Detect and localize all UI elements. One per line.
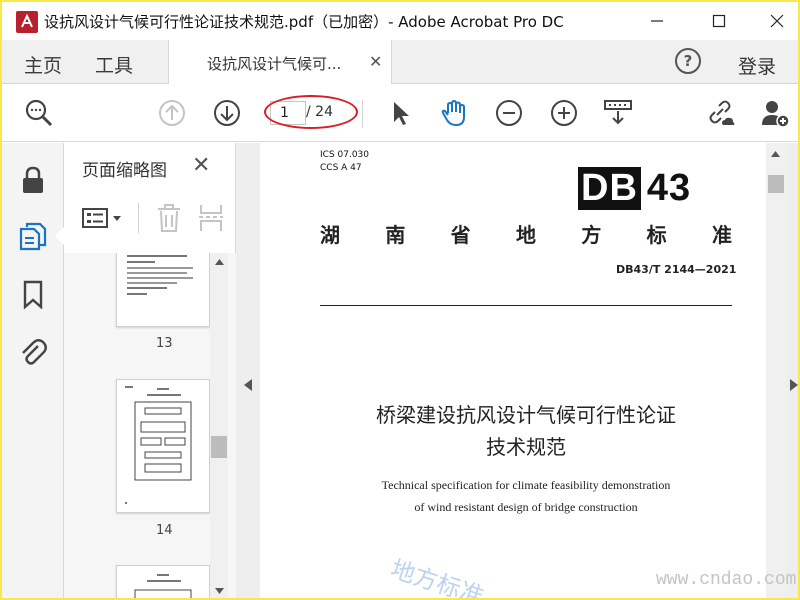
scrollbar-thumb[interactable] [768,175,784,193]
ics-code: ICS 07.030 CCS A 47 [320,149,369,175]
toolbar-divider [362,100,363,128]
document-scrollbar[interactable] [766,143,786,598]
collapse-left-icon[interactable] [244,379,252,391]
db-standard-logo: DB 43 [578,167,691,210]
lock-icon[interactable] [18,165,48,195]
zoom-out-icon[interactable] [493,97,525,129]
english-title-line: of wind resistant design of bridge const… [414,500,638,514]
acrobat-window: 设抗风设计气候可行性论证技术规范.pdf（已加密）- Adobe Acrobat… [0,0,800,600]
document-tab-label: 设抗风设计气候可... [207,55,342,73]
scroll-up-icon[interactable] [771,151,780,157]
heading-char: 地 [515,223,536,247]
close-button[interactable] [754,2,798,40]
zoom-in-icon[interactable] [548,97,580,129]
share-link-icon[interactable] [705,97,737,129]
close-icon [770,14,784,28]
thumbnail-preview [127,255,193,295]
watermark-text: 地方标准 [387,554,488,600]
attachment-icon[interactable] [18,337,48,367]
annotation-ellipse [264,95,358,129]
scroll-down-icon[interactable] [215,588,224,594]
page-thumbnails-icon[interactable] [18,221,48,251]
panel-toolbar-divider [138,203,139,233]
minimize-button[interactable] [634,2,680,40]
acrobat-app-icon [16,11,38,33]
bookmark-icon[interactable] [18,279,48,309]
maximize-icon [712,14,726,28]
tab-document[interactable]: 设抗风设计气候可... ✕ [168,40,392,84]
scroll-mode-icon[interactable] [602,97,634,129]
page-thumbnail[interactable] [116,253,210,327]
add-user-icon[interactable] [759,97,791,129]
next-page-icon[interactable] [211,97,243,129]
ccs-line: CCS A 47 [320,163,362,173]
toolbar: 1 / 24 [2,84,798,142]
thumbnail-page-number: 14 [156,523,173,538]
heading-char: 标 [646,223,667,247]
heading-char: 南 [385,223,406,247]
tab-close-icon[interactable]: ✕ [369,52,382,71]
page-thumbnail[interactable] [116,379,210,513]
english-title-line: Technical specification for climate feas… [381,478,671,492]
thumbnail-list: 13 14 [64,253,236,598]
thumbnail-options-icon[interactable] [82,207,124,231]
heading-char: 湖 [320,223,340,247]
tab-tools[interactable]: 工具 [95,51,133,78]
previous-page-icon[interactable] [156,97,188,129]
thumbnail-scrollbar[interactable] [210,253,228,598]
document-page: ICS 07.030 CCS A 47 DB 43 湖 南 省 地 方 标 准 D… [260,143,766,600]
title-bar: 设抗风设计气候可行性论证技术规范.pdf（已加密）- Adobe Acrobat… [2,2,798,40]
db-logo-number: 43 [646,167,692,209]
minimize-icon [651,20,663,22]
heading-char: 方 [581,223,602,247]
delete-icon[interactable] [156,203,182,233]
panel-toolbar [64,193,236,237]
extract-pages-icon[interactable] [198,203,224,233]
thumbnail-panel: 页面缩略图 ✕ 13 14 [64,143,236,598]
tab-home[interactable]: 主页 [24,51,62,78]
thumbnail-preview [134,574,192,598]
chinese-title-line: 技术规范 [486,435,566,459]
panel-collapse-strip[interactable] [236,143,260,598]
page-thumbnail[interactable] [116,565,210,598]
navigation-rail [2,143,64,598]
heading-char: 准 [711,223,732,247]
panel-close-icon[interactable]: ✕ [192,153,210,178]
ics-line: ICS 07.030 [320,150,370,160]
tab-bar: 主页 工具 设抗风设计气候可... ✕ ? 登录 [2,40,798,84]
panel-title: 页面缩略图 [82,161,167,181]
thumbnail-preview [125,386,192,504]
scrollbar-thumb[interactable] [211,436,227,458]
maximize-button[interactable] [696,2,742,40]
window-title: 设抗风设计气候可行性论证技术规范.pdf（已加密）- Adobe Acrobat… [44,13,564,31]
expand-right-icon[interactable] [790,379,798,391]
header-rule [320,305,732,306]
heading-char: 省 [450,223,471,247]
help-icon[interactable]: ? [675,48,701,74]
province-standard-heading: 湖 南 省 地 方 标 准 [320,219,732,248]
rail-active-pointer [55,227,64,245]
hand-tool-icon[interactable] [438,97,470,129]
standard-number: DB43/T 2144—2021 [616,263,737,276]
db-logo-prefix: DB [578,167,641,210]
thumbnail-page-number: 13 [156,336,173,351]
chinese-title: 桥梁建设抗风设计气候可行性论证 技术规范 [320,399,732,463]
document-scroll-gutter [766,143,798,598]
search-icon[interactable] [23,97,55,129]
scroll-up-icon[interactable] [215,259,224,265]
chinese-title-line: 桥梁建设抗风设计气候可行性论证 [376,403,676,427]
english-title: Technical specification for climate feas… [320,474,732,518]
select-pointer-icon[interactable] [385,97,417,129]
login-button[interactable]: 登录 [738,52,776,79]
site-watermark: www.cndao.com [656,570,797,590]
